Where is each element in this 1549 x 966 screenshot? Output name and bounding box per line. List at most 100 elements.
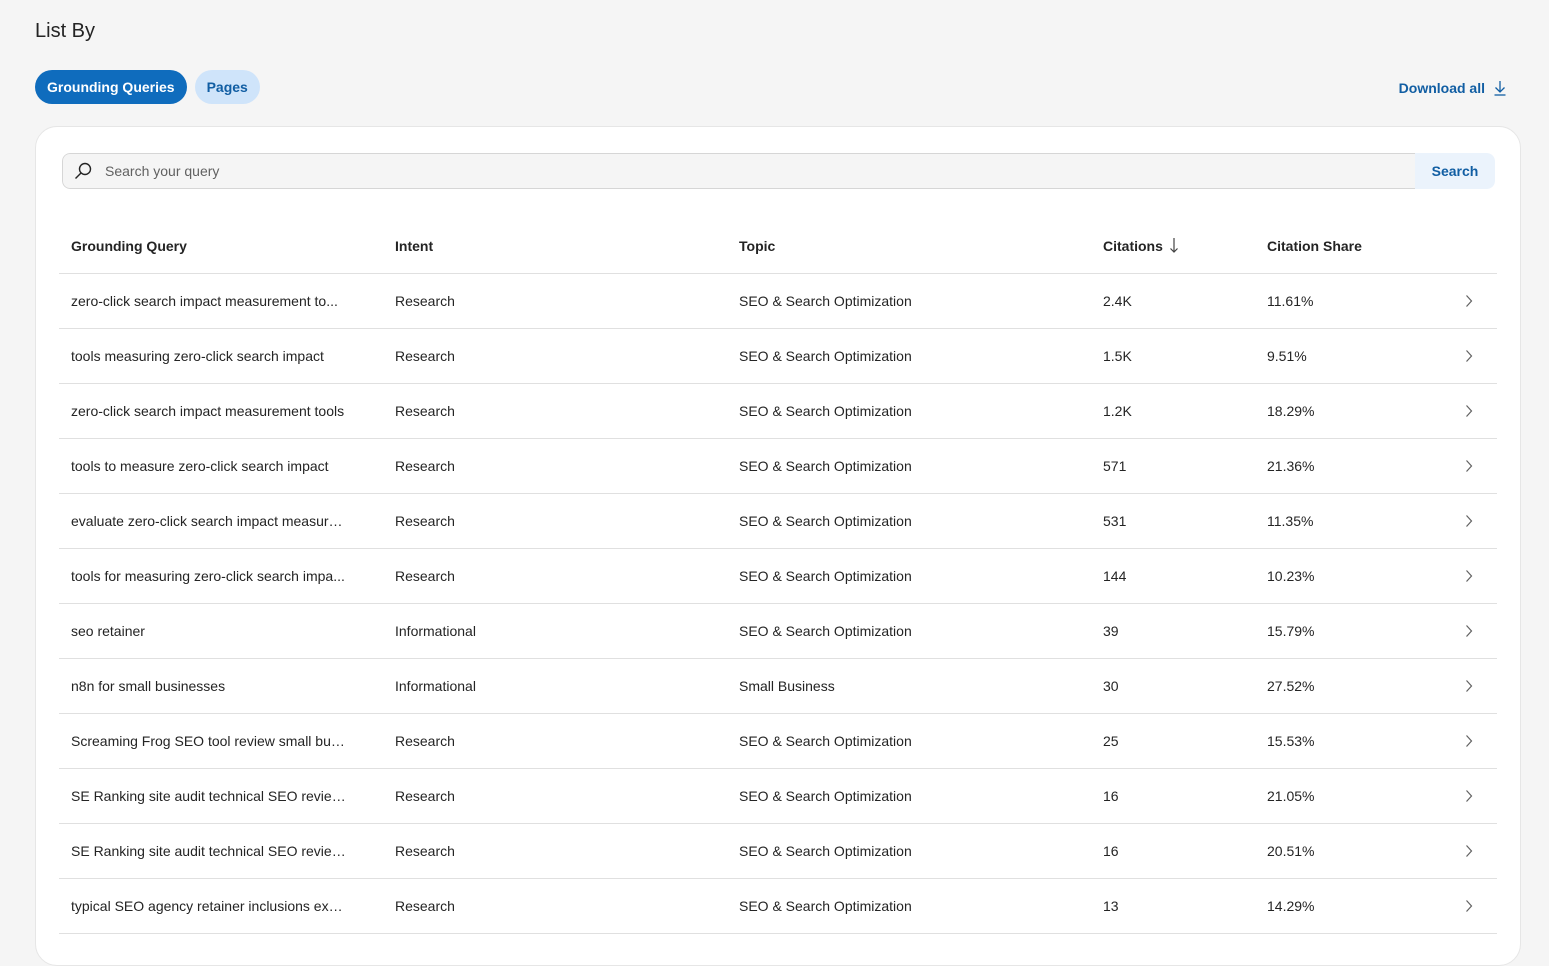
cell-citations: 571 [1103, 458, 1127, 474]
cell-citations: 531 [1103, 513, 1127, 529]
chevron-right-icon[interactable] [1441, 514, 1497, 528]
cell-topic: SEO & Search Optimization [739, 568, 912, 584]
table-row[interactable]: Screaming Frog SEO tool review small bus… [59, 714, 1497, 769]
table-row[interactable]: evaluate zero-click search impact measur… [59, 494, 1497, 549]
cell-intent: Research [395, 403, 455, 419]
query-text: SE Ranking site audit technical SEO revi… [71, 843, 346, 859]
cell-citation-share: 10.23% [1267, 568, 1315, 584]
cell-citations: 25 [1103, 733, 1119, 749]
query-text: tools for measuring zero-click search im… [71, 568, 345, 584]
cell-citation-share: 20.51% [1267, 843, 1315, 859]
cell-citation-share: 15.53% [1267, 733, 1315, 749]
chevron-right-icon[interactable] [1441, 569, 1497, 583]
cell-citation-share: 11.61% [1267, 293, 1314, 309]
query-text: Screaming Frog SEO tool review small bus… [71, 733, 346, 749]
table-row[interactable]: tools for measuring zero-click search im… [59, 549, 1497, 604]
grounding-queries-toggle[interactable]: Grounding Queries [35, 70, 187, 104]
query-text: zero-click search impact measurement to.… [71, 293, 338, 309]
table-row[interactable]: n8n for small businesses Informational S… [59, 659, 1497, 714]
search-button[interactable]: Search [1415, 153, 1495, 189]
query-text: tools to measure zero-click search impac… [71, 458, 329, 474]
cell-grounding-query: typical SEO agency retainer inclusions e… [59, 898, 383, 914]
download-all-button[interactable]: Download all [1399, 80, 1507, 96]
cell-intent: Research [395, 733, 455, 749]
cell-topic: SEO & Search Optimization [739, 293, 912, 309]
query-text: seo retainer [71, 623, 145, 639]
search-bar: Search [62, 153, 1495, 189]
chevron-right-icon[interactable] [1441, 844, 1497, 858]
cell-grounding-query: tools for measuring zero-click search im… [59, 568, 383, 584]
search-input[interactable] [103, 162, 1415, 180]
cell-topic: SEO & Search Optimization [739, 348, 912, 364]
cell-intent: Informational [395, 623, 476, 639]
chevron-right-icon[interactable] [1441, 899, 1497, 913]
query-text: SE Ranking site audit technical SEO revi… [71, 788, 346, 804]
chevron-right-icon[interactable] [1441, 789, 1497, 803]
cell-topic: SEO & Search Optimization [739, 898, 912, 914]
cell-citations: 2.4K [1103, 293, 1132, 309]
cell-intent: Research [395, 513, 455, 529]
pages-toggle[interactable]: Pages [194, 70, 260, 104]
table-row[interactable]: tools to measure zero-click search impac… [59, 439, 1497, 494]
cell-intent: Research [395, 348, 455, 364]
search-icon [73, 161, 103, 181]
query-text: zero-click search impact measurement too… [71, 403, 345, 419]
cell-citations: 13 [1103, 898, 1119, 914]
cell-citations: 1.2K [1103, 403, 1132, 419]
chevron-right-icon[interactable] [1441, 349, 1497, 363]
cell-intent: Research [395, 293, 455, 309]
cell-citation-share: 18.29% [1267, 403, 1315, 419]
grounding-queries-table: Grounding Query Intent Topic Citations C… [59, 219, 1497, 934]
cell-grounding-query: evaluate zero-click search impact measur… [59, 513, 383, 529]
column-header-citation-share[interactable]: Citation Share [1255, 238, 1441, 254]
chevron-right-icon[interactable] [1441, 734, 1497, 748]
cell-citation-share: 14.29% [1267, 898, 1315, 914]
query-text: evaluate zero-click search impact measur… [71, 513, 346, 529]
column-header-topic[interactable]: Topic [727, 238, 1091, 254]
chevron-right-icon[interactable] [1441, 404, 1497, 418]
cell-intent: Informational [395, 678, 476, 694]
cell-topic: SEO & Search Optimization [739, 403, 912, 419]
list-by-toggle-group: Grounding Queries Pages [35, 70, 260, 104]
cell-citation-share: 9.51% [1267, 348, 1307, 364]
chevron-right-icon[interactable] [1441, 459, 1497, 473]
cell-topic: SEO & Search Optimization [739, 788, 912, 804]
cell-grounding-query: n8n for small businesses [59, 678, 383, 694]
table-row[interactable]: typical SEO agency retainer inclusions e… [59, 879, 1497, 934]
table-body: zero-click search impact measurement to.… [59, 274, 1497, 934]
cell-topic: Small Business [739, 678, 835, 694]
cell-citation-share: 11.35% [1267, 513, 1314, 529]
column-header-citations[interactable]: Citations [1091, 237, 1255, 256]
table-row[interactable]: zero-click search impact measurement too… [59, 384, 1497, 439]
cell-citations: 16 [1103, 788, 1119, 804]
query-text: typical SEO agency retainer inclusions e… [71, 898, 346, 914]
cell-grounding-query: SE Ranking site audit technical SEO revi… [59, 788, 383, 804]
column-header-intent[interactable]: Intent [383, 238, 727, 254]
cell-intent: Research [395, 788, 455, 804]
chevron-right-icon[interactable] [1441, 679, 1497, 693]
table-row[interactable]: zero-click search impact measurement to.… [59, 274, 1497, 329]
cell-grounding-query: tools to measure zero-click search impac… [59, 458, 383, 474]
arrow-down-icon [1169, 237, 1179, 256]
results-card: Search Grounding Query Intent Topic Cita… [35, 126, 1521, 966]
query-text: tools measuring zero-click search impact [71, 348, 324, 364]
table-row[interactable]: SE Ranking site audit technical SEO revi… [59, 824, 1497, 879]
cell-citations: 16 [1103, 843, 1119, 859]
cell-citation-share: 27.52% [1267, 678, 1315, 694]
column-header-grounding-query[interactable]: Grounding Query [59, 238, 383, 254]
cell-grounding-query: tools measuring zero-click search impact [59, 348, 383, 364]
cell-topic: SEO & Search Optimization [739, 733, 912, 749]
cell-topic: SEO & Search Optimization [739, 843, 912, 859]
cell-citations: 30 [1103, 678, 1119, 694]
cell-citation-share: 21.05% [1267, 788, 1315, 804]
chevron-right-icon[interactable] [1441, 624, 1497, 638]
cell-intent: Research [395, 458, 455, 474]
cell-citation-share: 15.79% [1267, 623, 1315, 639]
cell-intent: Research [395, 568, 455, 584]
table-row[interactable]: seo retainer Informational SEO & Search … [59, 604, 1497, 659]
column-header-citations-label: Citations [1103, 238, 1163, 254]
cell-grounding-query: seo retainer [59, 623, 383, 639]
chevron-right-icon[interactable] [1441, 294, 1497, 308]
table-row[interactable]: tools measuring zero-click search impact… [59, 329, 1497, 384]
table-row[interactable]: SE Ranking site audit technical SEO revi… [59, 769, 1497, 824]
